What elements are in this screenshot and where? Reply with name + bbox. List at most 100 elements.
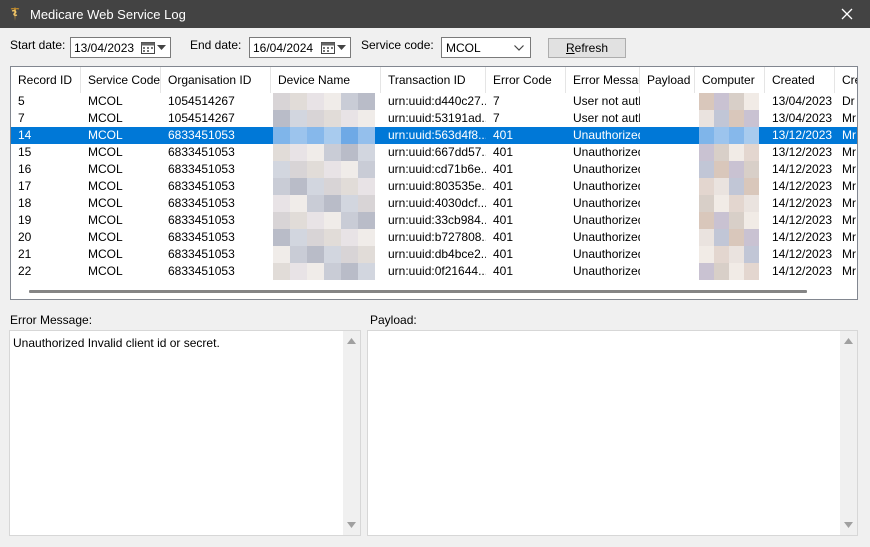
cell-transaction-id: urn:uuid:cd71b6e... [388,162,486,176]
cell-organisation-id: 6833451053 [168,145,235,159]
table-row[interactable]: 7 MCOL 1054514267 urn:uuid:53191ad... 7 User … [11,110,857,127]
end-date-picker[interactable]: 16/04/2024 [249,37,351,58]
vertical-scrollbar[interactable] [840,331,857,535]
cell-payload [640,127,695,144]
vertical-scrollbar[interactable] [343,331,360,535]
error-message-textbox[interactable]: Unauthorized Invalid client id or secret… [9,330,361,536]
refresh-button[interactable]: Refresh [548,38,626,58]
redacted-computer [695,144,765,161]
cell-service-code: MCOL [88,179,123,193]
redacted-computer [695,93,765,110]
cell-error-code: 401 [493,128,514,142]
table-row[interactable]: 22 MCOL 6833451053 urn:uuid:0f21644... 401 Un… [11,263,857,280]
cell-created: 14/12/2023 [772,162,833,176]
table-row[interactable]: 16 MCOL 6833451053 urn:uuid:cd71b6e... 401 Un… [11,161,857,178]
column-header-transaction-id[interactable]: Transaction ID [381,67,486,93]
cell-service-code: MCOL [88,230,123,244]
table-row[interactable]: 20 MCOL 6833451053 urn:uuid:b727808... 401 Un… [11,229,857,246]
redacted-device-name [271,229,381,246]
payload-textbox[interactable] [367,330,858,536]
start-date-value: 13/04/2023 [74,40,135,55]
cell-created-by: Mr [842,145,856,159]
dropdown-arrow-icon[interactable] [157,44,166,51]
cell-payload [640,246,695,263]
table-row[interactable]: 21 MCOL 6833451053 urn:uuid:db4bce2... 401 Un… [11,246,857,263]
title-bar: Medicare Web Service Log [0,0,870,28]
column-header-error-code[interactable]: Error Code [486,67,566,93]
cell-error-code: 401 [493,264,514,278]
scroll-up-icon[interactable] [844,338,853,344]
horizontal-scrollbar[interactable] [11,283,857,299]
scroll-down-icon[interactable] [844,522,853,528]
cell-error-message: Unauthorized [573,213,640,227]
cell-organisation-id: 6833451053 [168,247,235,261]
table-row[interactable]: 15 MCOL 6833451053 urn:uuid:667dd57... 401 Un… [11,144,857,161]
column-header-device-name[interactable]: Device Name [271,67,381,93]
cell-organisation-id: 1054514267 [168,111,235,125]
cell-organisation-id: 6833451053 [168,213,235,227]
redacted-device-name [271,195,381,212]
table-row[interactable]: 5 MCOL 1054514267 urn:uuid:d440c27... 7 User … [11,93,857,110]
cell-transaction-id: urn:uuid:33cb984... [388,213,486,227]
cell-error-message: Unauthorized [573,162,640,176]
calendar-icon[interactable] [141,41,155,54]
cell-created-by: Mr [842,162,856,176]
cell-service-code: MCOL [88,213,123,227]
cell-organisation-id: 6833451053 [168,128,235,142]
table-row[interactable]: 18 MCOL 6833451053 urn:uuid:4030dcf... 401 Un… [11,195,857,212]
scroll-down-icon[interactable] [347,522,356,528]
close-icon [841,8,853,20]
calendar-icon[interactable] [321,41,335,54]
column-header-organisation-id[interactable]: Organisation ID [161,67,271,93]
scroll-up-icon[interactable] [347,338,356,344]
column-header-service-code[interactable]: Service Code [81,67,161,93]
table-row[interactable]: 19 MCOL 6833451053 urn:uuid:33cb984... 401 Un… [11,212,857,229]
cell-record-id: 17 [18,179,32,193]
dropdown-arrow-icon[interactable] [337,44,346,51]
log-grid[interactable]: Record ID Service Code Organisation ID Devi… [10,66,858,300]
cell-error-message: Unauthorized [573,179,640,193]
start-date-picker[interactable]: 13/04/2023 [70,37,171,58]
redacted-device-name [271,93,381,110]
cell-organisation-id: 1054514267 [168,94,235,108]
column-header-created[interactable]: Created [765,67,835,93]
cell-error-code: 401 [493,162,514,176]
cell-error-message: Unauthorized [573,128,640,142]
cell-error-message: Unauthorized [573,230,640,244]
column-header-computer[interactable]: Computer [695,67,765,93]
cell-transaction-id: urn:uuid:0f21644... [388,264,486,278]
cell-organisation-id: 6833451053 [168,162,235,176]
cell-transaction-id: urn:uuid:d440c27... [388,94,486,108]
cell-error-code: 401 [493,230,514,244]
cell-transaction-id: urn:uuid:53191ad... [388,111,486,125]
column-header-error-message[interactable]: Error Message [566,67,640,93]
cell-created-by: Mr [842,264,856,278]
cell-created: 14/12/2023 [772,264,833,278]
cell-transaction-id: urn:uuid:db4bce2... [388,247,486,261]
cell-error-code: 7 [493,111,500,125]
chevron-down-icon [514,44,524,51]
cell-transaction-id: urn:uuid:b727808... [388,230,486,244]
table-row[interactable]: 17 MCOL 6833451053 urn:uuid:803535e... 401 Un… [11,178,857,195]
redacted-computer [695,212,765,229]
cell-payload [640,110,695,127]
error-message-text: Unauthorized Invalid client id or secret… [13,336,220,350]
cell-created: 13/12/2023 [772,128,833,142]
cell-service-code: MCOL [88,94,123,108]
cell-transaction-id: urn:uuid:803535e... [388,179,486,193]
table-row[interactable]: 14 MCOL 6833451053 urn:uuid:563d4f8... 401 Un… [11,127,857,144]
cell-service-code: MCOL [88,162,123,176]
column-header-payload[interactable]: Payload [640,67,695,93]
cell-payload [640,144,695,161]
close-button[interactable] [824,0,870,28]
cell-payload [640,161,695,178]
cell-service-code: MCOL [88,128,123,142]
redacted-device-name [271,110,381,127]
scrollbar-thumb[interactable] [29,290,807,293]
column-header-record-id[interactable]: Record ID [11,67,81,93]
column-header-created-by[interactable]: Cre [835,67,857,93]
cell-created-by: Mr [842,196,856,210]
cell-created-by: Mr [842,179,856,193]
cell-transaction-id: urn:uuid:667dd57... [388,145,486,159]
service-code-select[interactable]: MCOL [441,37,531,58]
